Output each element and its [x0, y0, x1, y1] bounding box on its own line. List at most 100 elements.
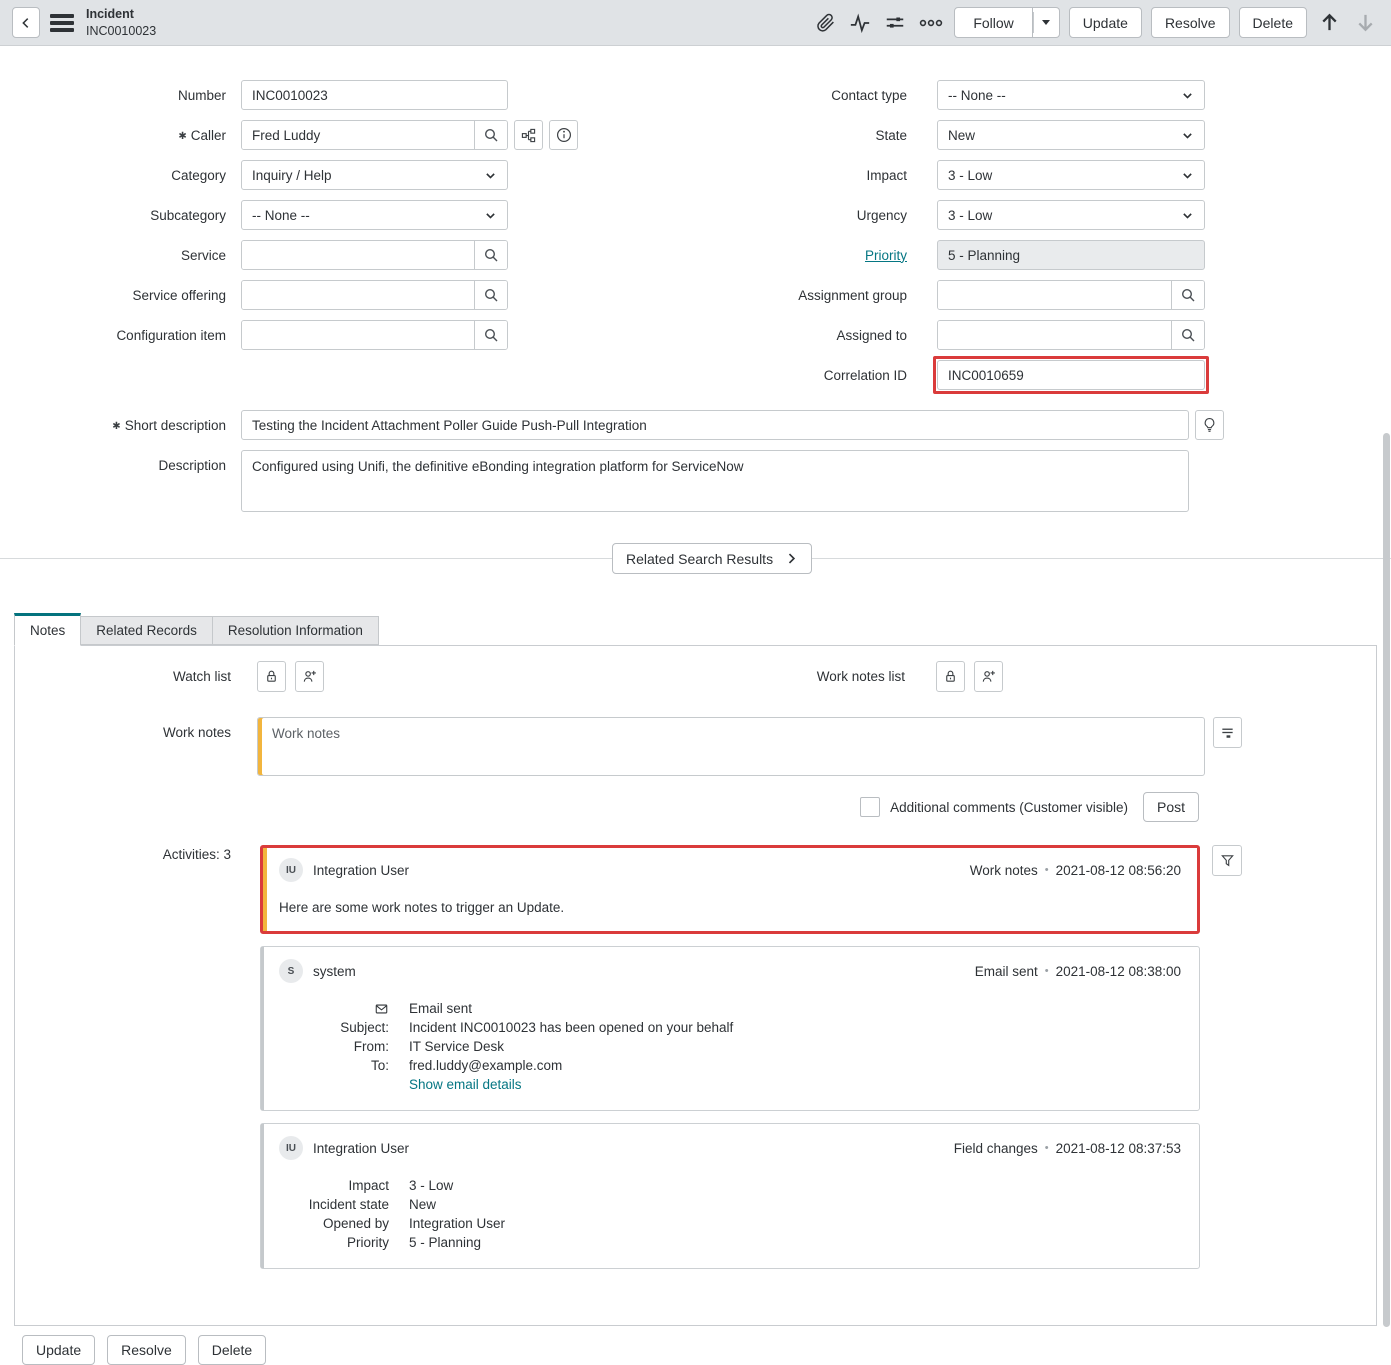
attachment-icon[interactable] [813, 10, 838, 35]
service-offering-lookup-button[interactable] [474, 281, 507, 309]
subcategory-select[interactable]: -- None -- [241, 200, 508, 230]
search-icon [1180, 327, 1196, 343]
tab-notes[interactable]: Notes [14, 613, 81, 646]
field-change-value: 3 - Low [409, 1176, 453, 1195]
activity-type: Work notes [970, 863, 1038, 878]
follow-dropdown-button[interactable] [1033, 7, 1060, 38]
field-row-category: Category Inquiry / Help [0, 160, 692, 190]
number-label: Number [0, 88, 241, 103]
related-search-results-button[interactable]: Related Search Results [612, 543, 812, 574]
priority-label-link[interactable]: Priority [865, 248, 907, 263]
follow-split-button: Follow [954, 7, 1059, 38]
field-row-service-offering: Service offering [0, 280, 692, 310]
assignment-group-lookup-button[interactable] [1171, 281, 1204, 309]
urgency-select[interactable]: 3 - Low [937, 200, 1205, 230]
activity-type: Field changes [954, 1141, 1038, 1156]
short-description-label: Short description [125, 418, 226, 433]
correlation-id-input[interactable] [937, 360, 1205, 390]
category-select[interactable]: Inquiry / Help [241, 160, 508, 190]
follow-button[interactable]: Follow [954, 7, 1032, 38]
configuration-item-input[interactable] [242, 321, 474, 349]
description-textarea[interactable]: Configured using Unifi, the definitive e… [241, 450, 1189, 512]
context-menu-icon[interactable] [50, 11, 74, 35]
meta-separator: • [1045, 1142, 1049, 1154]
email-to-label: To: [279, 1056, 409, 1075]
tab-resolution-information[interactable]: Resolution Information [212, 616, 379, 645]
caller-lookup-button[interactable] [474, 121, 507, 149]
chevron-down-icon [1181, 89, 1194, 102]
back-button[interactable] [12, 7, 40, 38]
chevron-down-icon [1181, 169, 1194, 182]
activity-entry-email-sent: S system Email sent • 2021-08-12 08:38:0… [260, 946, 1200, 1111]
contact-type-select[interactable]: -- None -- [937, 80, 1205, 110]
record-number-label: INC0010023 [86, 23, 156, 39]
assigned-to-lookup-button[interactable] [1171, 321, 1204, 349]
resolve-button-footer[interactable]: Resolve [107, 1335, 186, 1365]
assigned-to-label: Assigned to [692, 328, 937, 343]
service-lookup-button[interactable] [474, 241, 507, 269]
preview-record-button[interactable] [549, 120, 578, 150]
service-offering-label: Service offering [0, 288, 241, 303]
watch-list-add-me-button[interactable] [295, 661, 324, 692]
additional-comments-checkbox[interactable] [860, 797, 880, 817]
work-notes-list-add-me-button[interactable] [974, 661, 1003, 692]
chevron-down-icon [1181, 129, 1194, 142]
resolve-button[interactable]: Resolve [1151, 7, 1230, 38]
next-record-button[interactable] [1352, 11, 1379, 34]
update-button[interactable]: Update [1069, 7, 1142, 38]
show-related-records-button[interactable] [514, 120, 543, 150]
field-change-label: Incident state [279, 1195, 409, 1214]
vertical-scrollbar[interactable] [1383, 433, 1390, 1327]
show-email-details-link[interactable]: Show email details [409, 1075, 522, 1094]
state-select[interactable]: New [937, 120, 1205, 150]
service-input[interactable] [242, 241, 474, 269]
configuration-item-lookup-button[interactable] [474, 321, 507, 349]
stream-preferences-icon [1220, 725, 1235, 740]
field-row-impact: Impact 3 - Low [692, 160, 1391, 190]
number-input[interactable] [241, 80, 508, 110]
post-button[interactable]: Post [1143, 792, 1199, 822]
work-notes-list-unlock-button[interactable] [936, 661, 965, 692]
activity-stream-icon[interactable] [847, 10, 873, 36]
delete-button-footer[interactable]: Delete [198, 1335, 266, 1365]
more-options-icon[interactable] [917, 16, 945, 30]
activity-stream-settings-button[interactable] [1213, 717, 1242, 748]
meta-separator: • [1045, 864, 1049, 876]
update-button-footer[interactable]: Update [22, 1335, 95, 1365]
activity-timestamp: 2021-08-12 08:37:53 [1056, 1141, 1181, 1156]
short-description-input[interactable] [241, 410, 1189, 440]
assignment-group-input[interactable] [938, 281, 1171, 309]
caller-input[interactable] [242, 121, 474, 149]
field-row-caller: ✱Caller [0, 120, 692, 150]
email-subject-label: Subject: [279, 1018, 409, 1037]
assigned-to-input[interactable] [938, 321, 1171, 349]
email-title: Email sent [409, 999, 472, 1018]
add-person-icon [981, 669, 996, 684]
avatar: IU [279, 1136, 303, 1160]
work-notes-list-row: Work notes list [692, 661, 1376, 692]
record-type-label: Incident [86, 6, 156, 22]
tab-related-records[interactable]: Related Records [80, 616, 213, 645]
annotation-highlight-box [933, 356, 1209, 394]
field-row-configuration-item: Configuration item [0, 320, 692, 350]
field-change-value: New [409, 1195, 436, 1214]
chevron-down-icon [1181, 209, 1194, 222]
suggestion-button[interactable] [1195, 410, 1224, 440]
urgency-label: Urgency [692, 208, 937, 223]
activity-entry-work-notes: IU Integration User Work notes • 2021-08… [260, 845, 1200, 934]
activities-section: Activities: 3 IU Integration User Work n… [15, 845, 1376, 1281]
comments-toggle-row: Additional comments (Customer visible) P… [15, 792, 1376, 822]
previous-record-button[interactable] [1316, 11, 1343, 34]
delete-button[interactable]: Delete [1239, 7, 1307, 38]
field-row-short-description: ✱Short description [0, 410, 1391, 440]
watch-list-unlock-button[interactable] [257, 661, 286, 692]
field-change-label: Opened by [279, 1214, 409, 1233]
lock-icon [943, 669, 958, 684]
activity-filter-button[interactable] [1212, 845, 1242, 876]
personalize-form-icon[interactable] [882, 10, 908, 36]
impact-select[interactable]: 3 - Low [937, 160, 1205, 190]
service-offering-input[interactable] [242, 281, 474, 309]
work-notes-textarea[interactable] [257, 717, 1205, 776]
field-row-service: Service [0, 240, 692, 270]
form-footer: Update Resolve Delete [22, 1335, 1377, 1365]
